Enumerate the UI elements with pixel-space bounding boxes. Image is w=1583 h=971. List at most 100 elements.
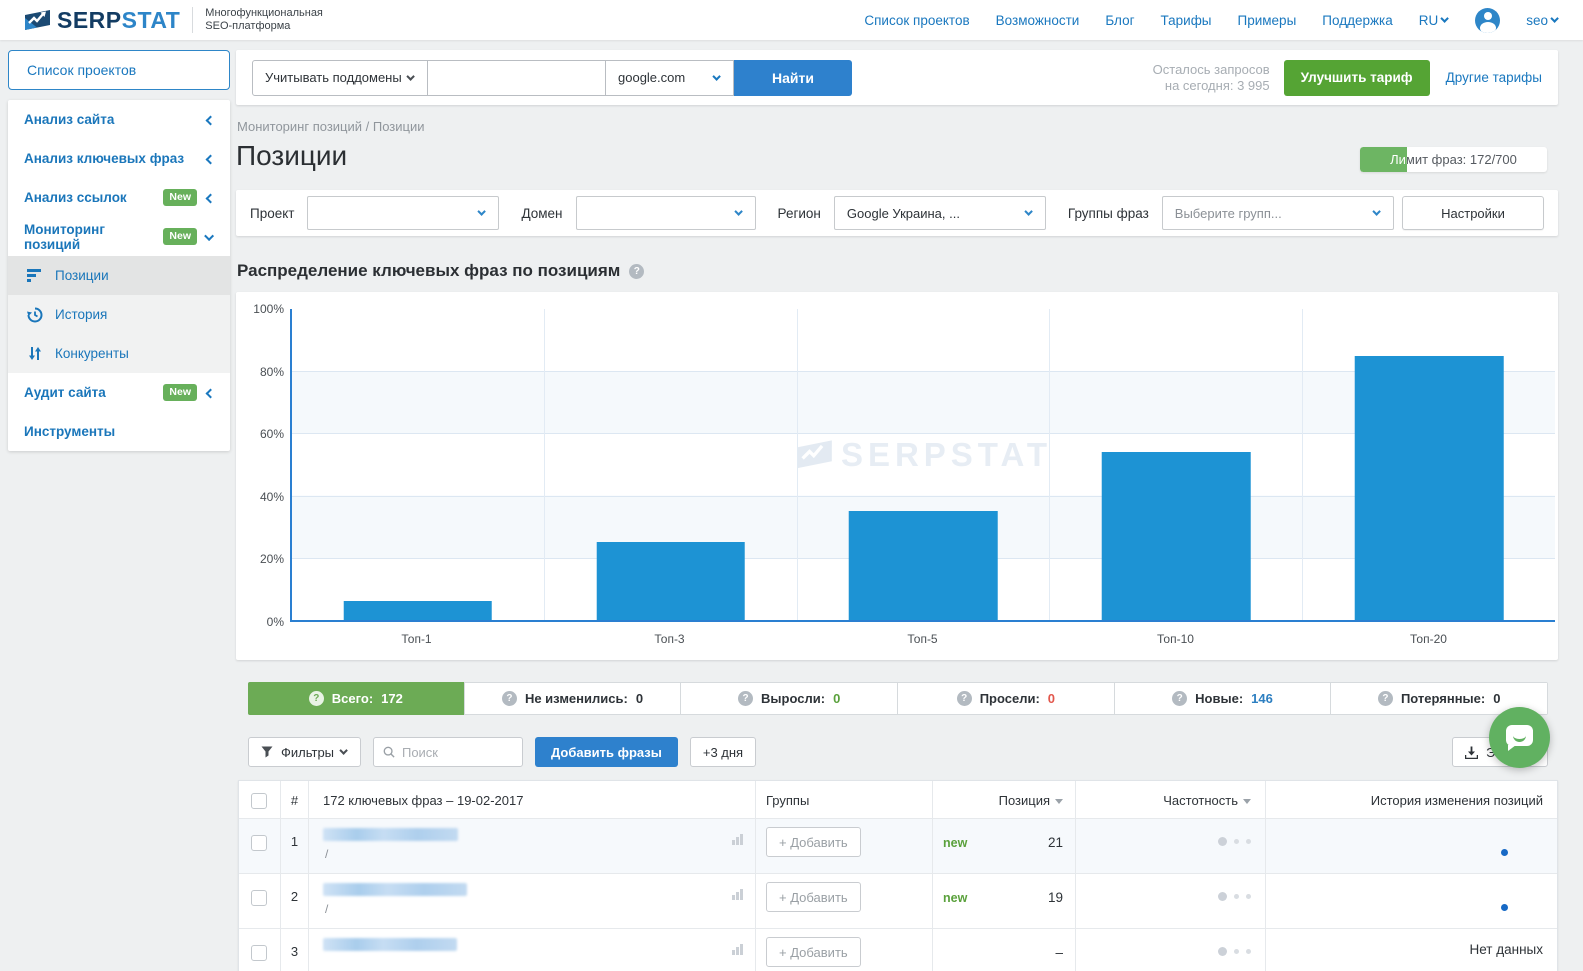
phrase-groups-label: Группы фраз <box>1068 206 1149 221</box>
project-select[interactable] <box>307 196 499 230</box>
row-checkbox[interactable] <box>251 835 267 851</box>
add-to-group-button[interactable]: + Добавить <box>766 937 861 967</box>
sidebar-item-link-analysis[interactable]: Анализ ссылок New <box>8 178 230 217</box>
domain-query-input[interactable] <box>440 70 593 85</box>
row-number: 3 <box>281 929 309 971</box>
filters-button[interactable]: Фильтры <box>248 737 361 767</box>
col-position[interactable]: Позиция <box>933 781 1076 818</box>
col-keywords: 172 ключевых фраз – 19-02-2017 <box>309 781 756 818</box>
keyword-link-blurred[interactable] <box>323 828 458 841</box>
select-all-checkbox[interactable] <box>251 793 267 809</box>
chat-widget-button[interactable] <box>1489 707 1550 768</box>
add-to-group-button[interactable]: + Добавить <box>766 882 861 912</box>
chat-bubble-icon <box>1506 725 1533 746</box>
page-title: Позиции <box>236 140 347 172</box>
nav-pricing[interactable]: Тарифы <box>1161 13 1212 28</box>
sidebar-item-site-audit[interactable]: Аудит сайта New <box>8 373 230 412</box>
domain-search-bar: Учитывать поддомены google.com Найти Ост… <box>236 50 1558 105</box>
chevron-down-icon <box>207 229 214 244</box>
mini-chart-icon[interactable] <box>732 889 743 900</box>
row-checkbox[interactable] <box>251 945 267 961</box>
sort-desc-icon <box>1055 799 1063 804</box>
no-data-label: Нет данных <box>1470 942 1544 957</box>
upgrade-plan-button[interactable]: Улучшить тариф <box>1284 60 1430 96</box>
region-select[interactable]: Google Украина, ... <box>834 196 1046 230</box>
domain-label: Домен <box>521 206 562 221</box>
nav-examples[interactable]: Примеры <box>1238 13 1297 28</box>
chevron-down-icon <box>712 72 720 80</box>
search-engine-select[interactable]: google.com <box>606 60 734 96</box>
submenu-item-competitors[interactable]: Конкуренты <box>8 334 230 373</box>
chart-bar-top10 <box>1102 452 1251 620</box>
language-selector[interactable]: RU <box>1419 13 1450 28</box>
keyword-url-path: / <box>325 847 743 861</box>
submenu-item-history[interactable]: История <box>8 295 230 334</box>
filters-bar: Проект Домен Регион Google Украина, ... … <box>236 190 1558 236</box>
table-search <box>373 737 523 767</box>
tab-declined[interactable]: ? Просели:0 <box>898 683 1115 714</box>
projects-list-button[interactable]: Список проектов <box>8 50 230 90</box>
chevron-down-icon <box>1550 14 1558 22</box>
app-header: SERPSTAT Многофункциональная SEO-платфор… <box>0 0 1583 40</box>
keyword-link-blurred[interactable] <box>323 938 457 951</box>
mini-chart-icon[interactable] <box>732 834 743 845</box>
loading-dots <box>1218 946 1251 956</box>
plot-area: SERPSTAT <box>290 309 1555 622</box>
nav-support[interactable]: Поддержка <box>1322 13 1392 28</box>
tab-unchanged[interactable]: ? Не изменились:0 <box>465 683 682 714</box>
table-toolbar: Фильтры Добавить фразы +3 дня Экспорт <box>248 737 1548 767</box>
table-row: 1 / + Добавить new 21 <box>239 819 1557 874</box>
nav-projects-list[interactable]: Список проектов <box>864 13 969 28</box>
table-row: 3 + Добавить – Нет данных <box>239 929 1557 971</box>
help-icon[interactable]: ? <box>629 264 644 279</box>
domain-select[interactable] <box>576 196 756 230</box>
tab-new[interactable]: ? Новые:146 <box>1115 683 1332 714</box>
phrase-groups-select[interactable]: Выберите групп... <box>1162 196 1394 230</box>
tab-improved[interactable]: ? Выросли:0 <box>681 683 898 714</box>
row-number: 1 <box>281 819 309 873</box>
positions-distribution-chart: 100% 80% 60% 40% 20% 0% SERPSTAT <box>236 292 1558 660</box>
nav-blog[interactable]: Блог <box>1105 13 1134 28</box>
stats-tabs: ? Всего:172 ? Не изменились:0 ? Выросли:… <box>248 682 1548 715</box>
user-avatar[interactable] <box>1475 8 1500 33</box>
funnel-icon <box>261 746 273 758</box>
find-button[interactable]: Найти <box>734 60 852 96</box>
sidebar-item-tools[interactable]: Инструменты <box>8 412 230 451</box>
chart-columns <box>292 309 1555 620</box>
col-groups: Группы <box>756 781 933 818</box>
search-input[interactable] <box>402 745 513 760</box>
y-axis-labels: 100% 80% 60% 40% 20% 0% <box>242 309 284 622</box>
chevron-down-icon <box>734 207 742 215</box>
serpstat-logo[interactable]: SERPSTAT <box>24 7 180 34</box>
sidebar-menu: Анализ сайта Анализ ключевых фраз Анализ… <box>8 100 230 451</box>
col-frequency[interactable]: Частотность <box>1076 781 1266 818</box>
new-status-label: new <box>943 836 967 850</box>
chevron-down-icon <box>1441 14 1449 22</box>
user-menu[interactable]: seo <box>1526 13 1559 28</box>
loading-dots <box>1218 891 1251 901</box>
keyword-link-blurred[interactable] <box>323 883 467 896</box>
tab-total[interactable]: ? Всего:172 <box>248 682 465 715</box>
row-number: 2 <box>281 874 309 928</box>
sidebar-item-keyword-analysis[interactable]: Анализ ключевых фраз <box>8 139 230 178</box>
plus-3-days-button[interactable]: +3 дня <box>690 737 756 767</box>
position-value: – <box>1055 945 1063 960</box>
subdomains-select[interactable]: Учитывать поддомены <box>252 60 428 96</box>
nav-features[interactable]: Возможности <box>996 13 1080 28</box>
add-phrases-button[interactable]: Добавить фразы <box>535 737 678 767</box>
sidebar-item-site-analysis[interactable]: Анализ сайта <box>8 100 230 139</box>
sidebar-item-rank-tracking[interactable]: Мониторинг позиций New <box>8 217 230 256</box>
history-point <box>1501 904 1508 911</box>
row-checkbox[interactable] <box>251 890 267 906</box>
chart-bar-top1 <box>344 601 493 620</box>
keyword-url-path: / <box>325 902 743 916</box>
submenu-item-positions[interactable]: Позиции <box>8 256 230 295</box>
add-to-group-button[interactable]: + Добавить <box>766 827 861 857</box>
history-point <box>1501 849 1508 856</box>
keywords-table: # 172 ключевых фраз – 19-02-2017 Группы … <box>238 780 1558 971</box>
chart-bar-top20 <box>1355 356 1504 620</box>
mini-chart-icon[interactable] <box>732 944 743 955</box>
position-value: 19 <box>1048 890 1063 905</box>
settings-button[interactable]: Настройки <box>1402 196 1544 230</box>
other-plans-link[interactable]: Другие тарифы <box>1446 70 1542 85</box>
